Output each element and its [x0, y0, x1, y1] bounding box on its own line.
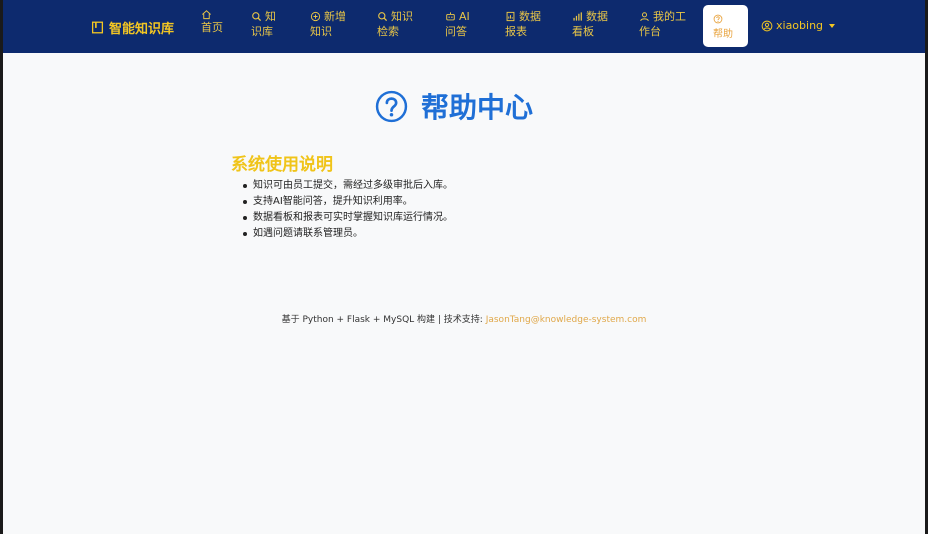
list-item: 知识可由员工提交，需经过多级审批后入库。 — [243, 178, 453, 194]
user-menu-dropdown[interactable]: xiaobing — [761, 19, 836, 32]
list-item: 支持AI智能问答，提升知识利用率。 — [243, 194, 453, 210]
nav-item-label: 报表 — [505, 25, 527, 38]
user-circle-icon — [761, 20, 773, 31]
list-item-text: 支持AI智能问答，提升知识利用率。 — [253, 196, 413, 207]
nav-item-label: 问答 — [445, 25, 467, 38]
page-title: 帮助中心 — [375, 86, 533, 126]
book-icon — [91, 21, 104, 33]
bullet-dot — [243, 184, 247, 188]
nav-item-ai-qa[interactable]: AI 问答 — [445, 9, 470, 39]
report-icon — [506, 11, 515, 22]
search-icon — [252, 12, 262, 22]
section-title: 系统使用说明 — [231, 155, 333, 175]
bar-chart-icon — [573, 12, 582, 21]
brand-link[interactable]: 智能知识库 — [91, 17, 174, 37]
nav-item-label: 看板 — [572, 25, 594, 38]
footer-text: 基于 Python + Flask + MySQL 构建 | 技术支持: — [281, 315, 486, 325]
top-navbar: 智能知识库 首页 知 识库 新增 知识 知识 检索 AI 问答 数据 报表 数据… — [3, 0, 925, 53]
plus-circle-icon — [310, 11, 321, 22]
footer: 基于 Python + Flask + MySQL 构建 | 技术支持: Jas… — [3, 312, 925, 325]
app-window: 智能知识库 首页 知 识库 新增 知识 知识 检索 AI 问答 数据 报表 数据… — [3, 0, 925, 534]
nav-item-data-report[interactable]: 数据 报表 — [505, 9, 541, 39]
help-circle-icon — [713, 14, 723, 24]
nav-item-label: 知识 — [310, 25, 332, 38]
page-title-text: 帮助中心 — [421, 91, 534, 124]
username: xiaobing — [776, 19, 824, 32]
nav-item-add-knowledge[interactable]: 新增 知识 — [310, 9, 346, 39]
nav-item-label: 作台 — [639, 25, 661, 38]
nav-item-label: 识库 — [251, 25, 273, 38]
nav-item-label: AI — [459, 10, 470, 23]
nav-item-label: 检索 — [377, 25, 399, 38]
nav-item-help[interactable]: 帮助 — [703, 5, 748, 47]
search-icon — [378, 12, 388, 22]
support-email-link[interactable]: JasonTang@knowledge-system.com — [486, 315, 647, 325]
home-icon — [202, 10, 211, 20]
list-item-text: 数据看板和报表可实时掌握知识库运行情况。 — [253, 212, 453, 223]
chevron-down-icon — [829, 23, 836, 28]
list-item-text: 如遇问题请联系管理员。 — [253, 228, 363, 239]
nav-item-knowledge-search[interactable]: 知识 检索 — [377, 9, 413, 39]
nav-item-label: 数据 — [519, 10, 541, 23]
bullet-dot — [243, 232, 247, 236]
bullet-dot — [243, 200, 247, 204]
nav-item-label: 知识 — [391, 10, 413, 23]
robot-icon — [446, 12, 455, 21]
nav-item-data-dashboard[interactable]: 数据 看板 — [572, 9, 608, 39]
list-item: 如遇问题请联系管理员。 — [243, 226, 453, 242]
help-circle-icon — [375, 90, 408, 122]
nav-item-knowledge-base[interactable]: 知 识库 — [251, 9, 276, 39]
nav-item-label: 知 — [265, 10, 276, 23]
nav-item-label: 帮助 — [713, 29, 733, 40]
user-icon — [640, 12, 649, 22]
list-item: 数据看板和报表可实时掌握知识库运行情况。 — [243, 210, 453, 226]
nav-item-my-workbench[interactable]: 我的工 作台 — [639, 9, 686, 39]
nav-item-label: 首页 — [201, 21, 223, 34]
nav-item-label: 数据 — [586, 10, 608, 23]
nav-item-label: 我的工 — [653, 10, 686, 23]
nav-item-home[interactable]: 首页 — [201, 9, 223, 35]
list-item-text: 知识可由员工提交，需经过多级审批后入库。 — [253, 180, 453, 191]
nav-item-label: 新增 — [324, 10, 346, 23]
bullet-dot — [243, 216, 247, 220]
instructions-list: 知识可由员工提交，需经过多级审批后入库。 支持AI智能问答，提升知识利用率。 数… — [243, 178, 453, 242]
brand-title: 智能知识库 — [109, 21, 175, 37]
